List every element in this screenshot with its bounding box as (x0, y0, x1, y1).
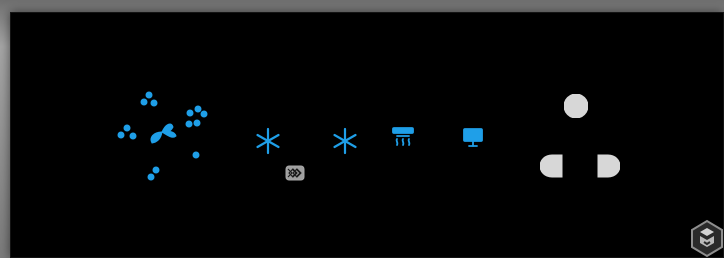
control-panel (10, 12, 724, 258)
monitor-icon[interactable] (461, 126, 485, 150)
snowflake-icon[interactable] (254, 127, 282, 155)
snowflake-icon[interactable] (331, 127, 359, 155)
filter-icon[interactable] (285, 165, 305, 181)
power-right-icon[interactable] (588, 154, 620, 178)
window-frame (0, 0, 724, 258)
logo-icon (691, 219, 723, 258)
fan-mode-icon[interactable] (113, 89, 217, 183)
power-left-icon[interactable] (540, 154, 572, 178)
heater-icon[interactable] (391, 126, 415, 150)
power-dot-icon[interactable] (564, 94, 588, 118)
